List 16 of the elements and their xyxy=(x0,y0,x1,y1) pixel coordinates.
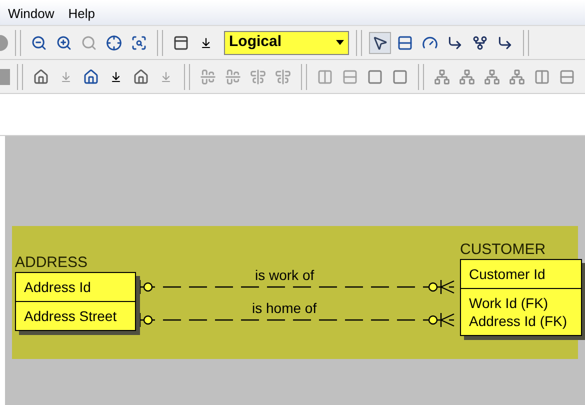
attribute: Address Id (FK) xyxy=(469,312,568,330)
relationship-line[interactable] xyxy=(137,280,454,294)
relationship-line[interactable] xyxy=(137,313,454,327)
entity-name: ADDRESS xyxy=(15,254,89,272)
relationship-label: is work of xyxy=(255,267,314,283)
attribute: Address Street xyxy=(24,307,118,325)
key-attribute: Address Id xyxy=(24,278,92,296)
view-mode-dropdown[interactable]: Logical xyxy=(224,30,349,54)
attribute: Work Id (FK) xyxy=(469,294,550,312)
entity-name: CUSTOMER xyxy=(460,241,547,259)
menu-item[interactable]: Help xyxy=(68,4,95,23)
relationship-label: is home of xyxy=(252,300,317,316)
pointer-icon[interactable] xyxy=(369,32,391,54)
menu-item[interactable]: Window xyxy=(8,4,54,23)
caret-icon xyxy=(336,40,344,45)
key-attribute: Customer Id xyxy=(469,265,546,283)
